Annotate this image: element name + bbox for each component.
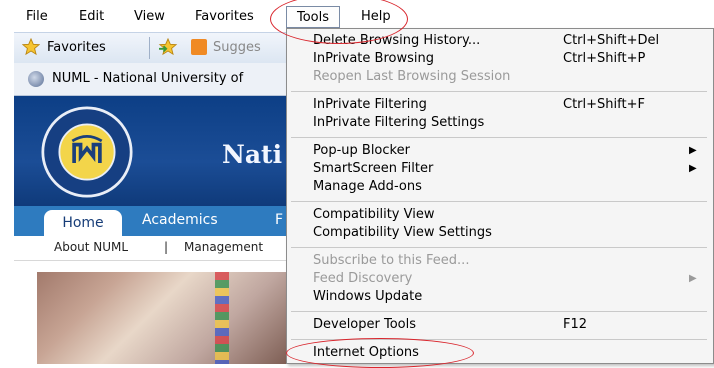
menu-separator xyxy=(291,339,707,340)
menu-item-reopen-last-session: Reopen Last Browsing Session xyxy=(313,69,511,84)
menu-separator xyxy=(291,201,707,202)
subnav-management[interactable]: Management xyxy=(184,240,263,254)
menu-item-delete-browsing-history[interactable]: Delete Browsing History... xyxy=(313,33,480,48)
favorites-button[interactable]: Favorites xyxy=(47,40,106,55)
menu-item-compatibility-view[interactable]: Compatibility View xyxy=(313,207,434,222)
menu-edit[interactable]: Edit xyxy=(79,9,104,24)
shortcut-developer-tools: F12 xyxy=(563,317,588,332)
menu-item-subscribe-feed: Subscribe to this Feed... xyxy=(313,253,470,268)
add-to-favorites-icon[interactable] xyxy=(157,38,179,56)
shortcut-inprivate-browsing: Ctrl+Shift+P xyxy=(563,51,646,66)
star-icon[interactable] xyxy=(22,38,40,56)
menu-item-inprivate-filtering-settings[interactable]: InPrivate Filtering Settings xyxy=(313,115,484,130)
site-nav: Home Academics F xyxy=(14,206,290,236)
chevron-right-icon: ▶ xyxy=(689,273,697,284)
menu-item-compatibility-view-settings[interactable]: Compatibility View Settings xyxy=(313,225,492,240)
menu-item-feed-discovery: Feed Discovery xyxy=(313,271,413,286)
menu-item-inprivate-filtering[interactable]: InPrivate Filtering xyxy=(313,97,427,112)
tools-menu: Delete Browsing History... Ctrl+Shift+De… xyxy=(286,28,714,364)
nav-academics[interactable]: Academics xyxy=(142,212,218,228)
site-title: Nati xyxy=(222,140,283,169)
globe-icon xyxy=(28,71,44,87)
site-subnav: About NUML | Management xyxy=(14,236,290,261)
menu-item-smartscreen-filter[interactable]: SmartScreen Filter xyxy=(313,161,433,176)
web-page: Nati Home Academics F About NUML | Manag… xyxy=(14,96,290,364)
menu-file[interactable]: File xyxy=(26,9,48,24)
favorites-bar: Favorites Sugges xyxy=(14,32,290,64)
suggested-sites-icon[interactable] xyxy=(191,39,207,55)
menu-separator xyxy=(291,137,707,138)
menu-item-internet-options[interactable]: Internet Options xyxy=(313,345,419,360)
site-photo xyxy=(37,272,290,364)
nav-home[interactable]: Home xyxy=(44,210,122,236)
menu-item-inprivate-browsing[interactable]: InPrivate Browsing xyxy=(313,51,434,66)
site-banner: Nati xyxy=(14,96,290,206)
menu-favorites[interactable]: Favorites xyxy=(195,9,254,24)
menu-help[interactable]: Help xyxy=(361,9,391,24)
menu-item-developer-tools[interactable]: Developer Tools xyxy=(313,317,416,332)
menu-view[interactable]: View xyxy=(134,9,165,24)
menu-item-popup-blocker[interactable]: Pop-up Blocker xyxy=(313,143,410,158)
chevron-right-icon: ▶ xyxy=(689,145,697,156)
suggested-sites-label[interactable]: Sugges xyxy=(213,40,261,55)
tab-title[interactable]: NUML - National University of xyxy=(52,71,243,86)
university-logo xyxy=(41,106,133,198)
shortcut-inprivate-filtering: Ctrl+Shift+F xyxy=(563,97,645,112)
shortcut-delete-browsing-history: Ctrl+Shift+Del xyxy=(563,33,660,48)
tab-bar: NUML - National University of xyxy=(14,63,290,96)
menu-separator xyxy=(291,91,707,92)
menu-separator xyxy=(291,311,707,312)
menu-separator xyxy=(291,247,707,248)
menu-item-manage-addons[interactable]: Manage Add-ons xyxy=(313,179,422,194)
menu-item-windows-update[interactable]: Windows Update xyxy=(313,289,422,304)
menu-tools[interactable]: Tools xyxy=(286,6,341,28)
photo-decoration xyxy=(215,272,229,364)
chevron-right-icon: ▶ xyxy=(689,163,697,174)
nav-item-truncated[interactable]: F xyxy=(275,212,283,228)
subnav-about[interactable]: About NUML xyxy=(54,240,128,254)
toolbar-separator xyxy=(149,37,150,59)
subnav-separator: | xyxy=(164,240,169,254)
